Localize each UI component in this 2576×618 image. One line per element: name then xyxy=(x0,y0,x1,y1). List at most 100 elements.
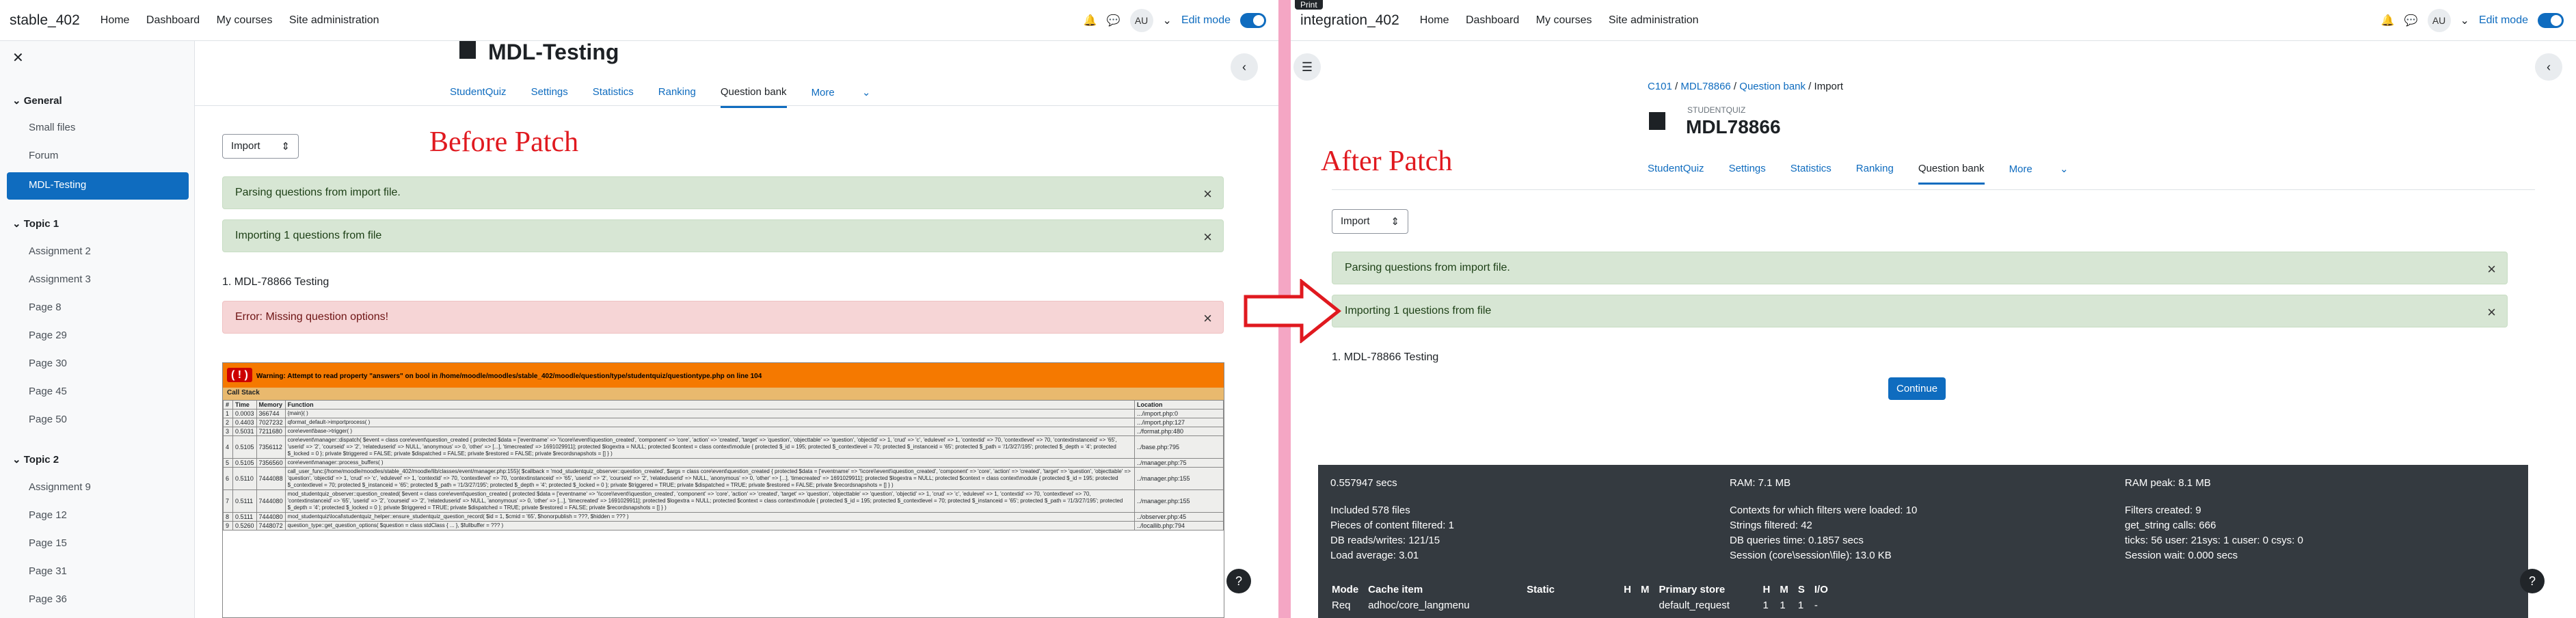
edit-mode-toggle[interactable] xyxy=(2538,13,2564,28)
chevron-down-icon[interactable]: ⌄ xyxy=(1163,14,1172,27)
chat-icon[interactable]: 💬 xyxy=(1107,14,1121,27)
close-icon[interactable]: ✕ xyxy=(12,49,24,66)
breadcrumb-item[interactable]: Question bank xyxy=(1739,81,1806,92)
performance-footer: 0.557947 secs RAM: 7.1 MB RAM peak: 8.1 … xyxy=(1318,465,2528,618)
help-button[interactable]: ? xyxy=(1226,569,1251,593)
table-cell: 0.5031 xyxy=(232,427,257,436)
drawer-item[interactable]: Assignment 2 xyxy=(29,245,91,257)
table-cell: ../manager.php:75 xyxy=(1134,458,1224,468)
tab-statistics[interactable]: Statistics xyxy=(1790,163,1832,185)
tab-question-bank[interactable]: Question bank xyxy=(1918,163,1985,185)
secondary-nav: StudentQuiz Settings Statistics Ranking … xyxy=(1648,163,2093,185)
avatar[interactable]: AU xyxy=(2427,9,2451,32)
section-topic-1[interactable]: ⌄ Topic 1 xyxy=(12,217,59,230)
drawer-item[interactable]: Page 45 xyxy=(29,386,67,397)
close-icon[interactable]: × xyxy=(2487,260,2496,278)
breadcrumb-item[interactable]: C101 xyxy=(1648,81,1672,92)
course-index-toggle-icon[interactable]: ☰ xyxy=(1293,53,1321,81)
table-cell: 0.5110 xyxy=(232,467,257,490)
drawer-item[interactable]: Assignment 9 xyxy=(29,481,91,493)
cell: 1 xyxy=(1780,600,1786,611)
breadcrumb-item[interactable]: MDL78866 xyxy=(1680,81,1730,92)
drawer-item[interactable]: Page 12 xyxy=(29,509,67,521)
drawer-item-forum[interactable]: Forum xyxy=(29,150,58,161)
tabs-divider xyxy=(195,105,1278,106)
bell-icon[interactable]: 🔔 xyxy=(2381,14,2395,27)
drawer-item-mdl-testing[interactable]: MDL-Testing xyxy=(7,172,189,200)
tab-more[interactable]: More ⌄ xyxy=(2009,163,2069,185)
section-title: Topic 2 xyxy=(23,454,59,466)
tab-ranking[interactable]: Ranking xyxy=(1856,163,1894,185)
top-navbar: integration_402 Home Dashboard My course… xyxy=(1291,0,2576,41)
drawer-item[interactable]: Page 31 xyxy=(29,565,67,577)
chat-icon[interactable]: 💬 xyxy=(2404,14,2418,27)
col-header: Cache item xyxy=(1368,584,1423,595)
chevron-left-icon[interactable]: ‹ xyxy=(1231,53,1258,81)
section-title: General xyxy=(23,95,62,107)
cell: Req xyxy=(1332,600,1351,611)
col-header: S xyxy=(1797,584,1805,595)
table-row: 8 0.5111 7444080 mod_studentquiz\local\stud… xyxy=(223,512,1224,522)
drawer-item[interactable]: Page 8 xyxy=(29,301,62,313)
php-warning-box: ( ! ) Warning: Attempt to read property "… xyxy=(222,362,1224,618)
close-icon[interactable]: × xyxy=(1203,228,1212,246)
tab-settings[interactable]: Settings xyxy=(1729,163,1766,185)
close-icon[interactable]: × xyxy=(2487,304,2496,321)
nav-my-courses[interactable]: My courses xyxy=(217,14,273,26)
table-cell: 5 xyxy=(223,458,233,468)
bell-icon[interactable]: 🔔 xyxy=(1084,14,1097,27)
continue-button[interactable]: Continue xyxy=(1888,377,1946,400)
section-topic-2[interactable]: ⌄ Topic 2 xyxy=(12,453,59,466)
drawer-item[interactable]: Page 30 xyxy=(29,358,67,369)
import-select[interactable]: Import ⇕ xyxy=(1332,209,1408,234)
import-select[interactable]: Import ⇕ xyxy=(222,134,299,159)
call-stack-title: Call Stack xyxy=(223,388,1224,400)
edit-mode-toggle[interactable] xyxy=(1240,13,1266,28)
cell: 1 xyxy=(1762,600,1769,611)
perf-ram-peak: RAM peak: 8.1 MB xyxy=(2125,477,2211,489)
nav-my-courses[interactable]: My courses xyxy=(1536,14,1592,26)
avatar[interactable]: AU xyxy=(1129,9,1153,32)
alert-text: Parsing questions from import file. xyxy=(235,187,401,198)
perf-files: Included 578 files xyxy=(1330,505,1410,516)
help-button[interactable]: ? xyxy=(2520,569,2545,593)
nav-home[interactable]: Home xyxy=(1420,14,1449,26)
drawer-item[interactable]: Page 15 xyxy=(29,537,67,549)
nav-dashboard[interactable]: Dashboard xyxy=(146,14,200,26)
nav-site-admin[interactable]: Site administration xyxy=(1609,14,1699,26)
drawer-item[interactable]: Page 29 xyxy=(29,330,67,341)
cell: adhoc/core_langmenu xyxy=(1368,600,1470,611)
chevron-down-icon[interactable]: ⌄ xyxy=(2460,14,2469,27)
table-cell: mod_studentquiz_observer::question_creat… xyxy=(284,489,1136,513)
alert-text: Error: Missing question options! xyxy=(235,311,389,323)
nav-dashboard[interactable]: Dashboard xyxy=(1466,14,1519,26)
col-header: Time xyxy=(232,400,257,409)
alert-parsing: Parsing questions from import file. × xyxy=(1332,252,2508,284)
page-title: MDL78866 xyxy=(1686,116,1781,137)
perf-load: Load average: 3.01 xyxy=(1330,550,1419,561)
close-icon[interactable]: × xyxy=(1203,310,1212,327)
cell: - xyxy=(1814,600,1818,611)
chevron-left-icon[interactable]: ‹ xyxy=(2535,53,2562,81)
nav-home[interactable]: Home xyxy=(100,14,130,26)
tab-studentquiz[interactable]: StudentQuiz xyxy=(1648,163,1704,185)
table-cell: 7444080 xyxy=(256,512,286,522)
close-icon[interactable]: × xyxy=(1203,185,1212,203)
table-cell: 7448072 xyxy=(256,521,286,530)
section-general[interactable]: ⌄ General xyxy=(12,94,62,107)
cell: 1 xyxy=(1797,600,1804,611)
drawer-item[interactable]: Assignment 3 xyxy=(29,273,91,285)
site-brand[interactable]: integration_402 xyxy=(1300,12,1399,29)
table-header-row: # Time Memory Function Location xyxy=(223,400,1224,409)
nav-site-admin[interactable]: Site administration xyxy=(289,14,379,26)
table-cell: mod_studentquiz\local\studentquiz_helper… xyxy=(284,512,1136,522)
site-brand[interactable]: stable_402 xyxy=(10,12,80,29)
user-menu-area: 🔔 💬 AU ⌄ Edit mode xyxy=(2381,0,2564,41)
drawer-item-small-files[interactable]: Small files xyxy=(29,122,75,133)
tooltip: Print xyxy=(1295,0,1323,10)
col-header: M xyxy=(1641,584,1650,595)
col-header: M xyxy=(1780,584,1788,595)
table-cell: 7356112 xyxy=(256,435,286,459)
drawer-item[interactable]: Page 36 xyxy=(29,593,67,605)
drawer-item[interactable]: Page 50 xyxy=(29,414,67,425)
